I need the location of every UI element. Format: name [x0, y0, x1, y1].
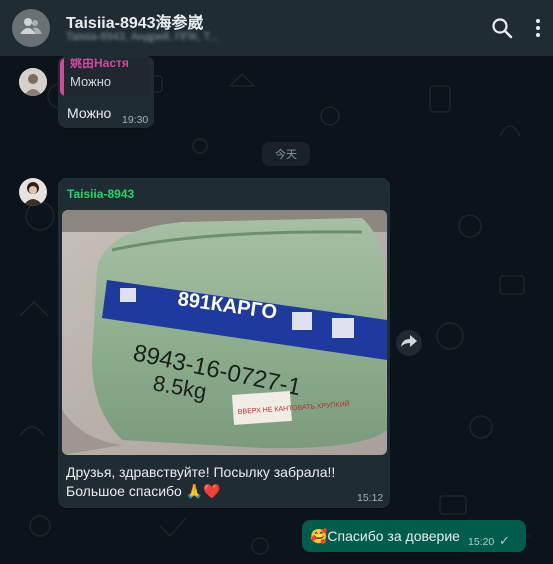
date-divider: 今天 — [262, 142, 310, 166]
forward-button[interactable] — [396, 330, 422, 356]
quote-accent-bar — [60, 58, 64, 96]
sender-avatar[interactable] — [19, 178, 47, 206]
sender-name[interactable]: Taisiia-8943 — [67, 187, 134, 201]
chat-title[interactable]: Taisiia-8943海参崴 — [66, 9, 204, 33]
message-bubble-outgoing[interactable]: 🥰Спасибо за доверие 15:20 ✓ — [302, 520, 526, 552]
message-text: 🥰Спасибо за доверие — [310, 528, 460, 544]
quoted-message[interactable]: 姚由Настя Можно — [60, 58, 150, 96]
group-icon — [20, 17, 42, 40]
photo-caption-line1: Друзья, здравствуйте! Посылку забрала!! — [66, 464, 336, 480]
more-vertical-icon[interactable] — [526, 16, 550, 40]
package-photo[interactable]: 891КАРГО 8943-16-0727-1 8.5kg ВВЕРХ НЕ К… — [62, 210, 387, 455]
sender-avatar[interactable] — [19, 68, 47, 96]
group-avatar[interactable] — [12, 9, 50, 47]
quote-sender: 姚由Настя — [70, 58, 129, 70]
sent-check-icon: ✓ — [499, 533, 510, 548]
message-time: 15:12 — [357, 492, 384, 504]
message-time: 19:30 — [122, 114, 149, 126]
chat-header: Taisiia-8943海参崴 Taisiia-8943, Андрей, ПП… — [0, 0, 553, 56]
message-bubble-incoming[interactable]: 姚由Настя Можно Можно 19:30 — [58, 56, 154, 128]
photo-caption-line2: Большое спасибо 🙏❤️ — [66, 483, 221, 499]
search-icon[interactable] — [490, 16, 514, 40]
message-text: Можно — [67, 105, 112, 121]
chat-participants[interactable]: Taisiia-8943, Андрей, ППК, Т... — [66, 31, 328, 45]
message-time: 15:20 — [468, 536, 495, 548]
quote-text: Можно — [70, 74, 112, 89]
forward-icon — [401, 334, 417, 352]
